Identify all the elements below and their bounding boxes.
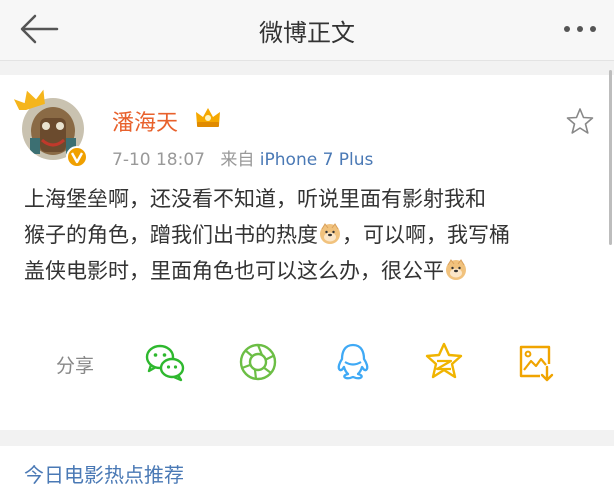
save-image-icon[interactable] (514, 340, 558, 384)
doge-emoji-icon (320, 223, 340, 244)
post-text-segment: 猴子的角色，蹭我们出书的热度 (24, 223, 318, 247)
source-prefix: 来自 (220, 150, 255, 170)
post-line: 盖侠电影时，里面角色也可以这么办，很公平 (24, 253, 599, 289)
more-dots-icon (564, 26, 596, 32)
post-time: 7-10 18:07 (112, 150, 205, 170)
section-title[interactable]: 今日电影热点推荐 (24, 459, 184, 488)
post-meta: 7-10 18:07 来自 iPhone 7 Plus (112, 145, 373, 170)
crown-icon (14, 89, 45, 110)
qq-icon[interactable] (331, 340, 375, 384)
post-text-segment: ，可以啊，我写桶 (342, 223, 510, 247)
top-bar: 微博正文 (0, 0, 614, 61)
doge-emoji-icon (446, 259, 466, 280)
author-name[interactable]: 潘海天 (112, 105, 178, 137)
more-button[interactable] (560, 14, 600, 44)
share-label: 分享 (56, 355, 95, 377)
avatar-wrap (14, 88, 92, 168)
qzone-icon[interactable] (422, 340, 466, 384)
page-title: 微博正文 (259, 19, 355, 47)
recommend-section: 今日电影热点推荐 (0, 446, 614, 500)
share-bar: 分享 (0, 340, 614, 390)
favorite-star-icon[interactable] (566, 107, 594, 135)
wechat-icon[interactable] (143, 340, 187, 384)
post-line: 上海堡垒啊，还没看不知道，听说里面有影射我和 (24, 187, 486, 211)
scrollbar[interactable] (609, 70, 612, 245)
vip-crown-icon (196, 108, 220, 127)
weibo-post-card: 潘海天 7-10 18:07 来自 iPhone 7 Plus 上海堡垒啊，还没… (0, 75, 614, 430)
verified-badge-icon (66, 146, 88, 168)
post-text-segment: 盖侠电影时，里面角色也可以这么办，很公平 (24, 259, 444, 283)
post-line: 猴子的角色，蹭我们出书的热度 ，可以啊，我写桶 (24, 217, 599, 253)
moments-icon[interactable] (236, 340, 280, 384)
post-text: 上海堡垒啊，还没看不知道，听说里面有影射我和 猴子的角色，蹭我们出书的热度 ，可以… (24, 181, 599, 289)
post-source[interactable]: iPhone 7 Plus (260, 150, 374, 170)
